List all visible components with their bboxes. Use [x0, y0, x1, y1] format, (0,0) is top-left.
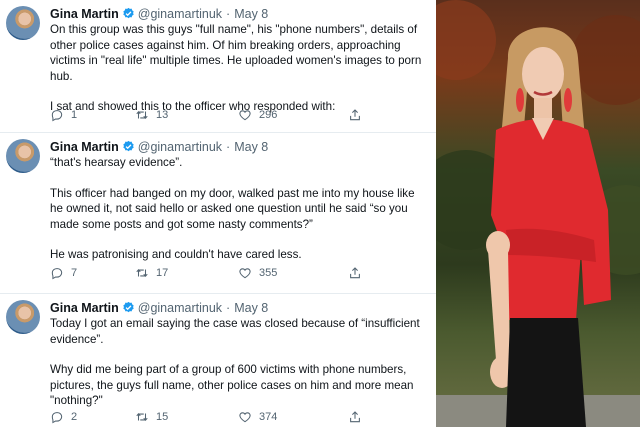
reply-icon [51, 268, 63, 280]
retweet-icon [136, 412, 148, 422]
share-icon [350, 109, 360, 121]
like-button[interactable]: 374 [238, 409, 277, 425]
reply-count: 2 [71, 411, 78, 423]
like-count: 296 [259, 109, 278, 121]
tweet-actions: 7 17 355 [50, 265, 380, 281]
heart-icon [239, 110, 251, 121]
retweet-count: 15 [156, 411, 169, 423]
reply-count: 1 [71, 109, 78, 121]
tweet[interactable]: Gina Martin @ginamartinuk · May 8 “that's h… [0, 133, 436, 293]
share-icon [350, 267, 360, 279]
reply-button[interactable]: 7 [50, 265, 77, 281]
author-name[interactable]: Gina Martin [50, 7, 119, 21]
reply-icon [51, 110, 63, 122]
tweet-actions: 2 15 374 [50, 409, 380, 425]
separator-dot: · [226, 7, 231, 21]
tweet-header: Gina Martin @ginamartinuk · May 8 [50, 139, 268, 155]
heart-icon [239, 412, 251, 423]
tweet-text: “that's hearsay evidence”. This officer … [50, 155, 430, 263]
like-count: 374 [259, 411, 278, 423]
avatar[interactable] [6, 300, 40, 334]
share-button[interactable] [348, 107, 362, 123]
author-name[interactable]: Gina Martin [50, 140, 119, 154]
author-handle[interactable]: @ginamartinuk [138, 140, 222, 154]
tweet-date[interactable]: May 8 [234, 301, 268, 315]
tweet[interactable]: Gina Martin @ginamartinuk · May 8 Today I g… [0, 294, 436, 427]
author-name[interactable]: Gina Martin [50, 301, 119, 315]
tweet-actions: 1 13 296 [50, 107, 380, 123]
tweet-date[interactable]: May 8 [234, 140, 268, 154]
verified-badge-icon [123, 140, 134, 152]
retweet-count: 17 [156, 267, 169, 279]
portrait-photo [436, 0, 640, 427]
retweet-icon [136, 110, 148, 120]
share-icon [350, 411, 360, 423]
separator-dot: · [226, 301, 231, 315]
share-button[interactable] [348, 409, 362, 425]
retweet-count: 13 [156, 109, 169, 121]
like-button[interactable]: 296 [238, 107, 277, 123]
verified-badge-icon [123, 301, 134, 313]
retweet-button[interactable]: 17 [135, 265, 168, 281]
tweet-paragraph: Why did me being part of a group of 600 … [50, 363, 417, 407]
tweet-thread: Gina Martin @ginamartinuk · May 8 On this g… [0, 0, 436, 427]
tweet-text: Today I got an email saying the case was… [50, 316, 430, 409]
reply-icon [51, 412, 63, 424]
retweet-button[interactable]: 15 [135, 409, 168, 425]
reply-button[interactable]: 1 [50, 107, 77, 123]
reply-count: 7 [71, 267, 78, 279]
like-count: 355 [259, 267, 278, 279]
tweet-paragraph: Today I got an email saying the case was… [50, 317, 423, 346]
separator-dot: · [226, 140, 231, 154]
tweet-paragraph: This officer had banged on my door, walk… [50, 186, 418, 231]
reply-button[interactable]: 2 [50, 409, 77, 425]
tweet-paragraph: He was patronising and couldn't have car… [50, 248, 302, 261]
tweet-paragraph: On this group was this guys "full name",… [50, 23, 425, 83]
tweet[interactable]: Gina Martin @ginamartinuk · May 8 On this g… [0, 0, 436, 132]
author-handle[interactable]: @ginamartinuk [138, 301, 222, 315]
retweet-icon [136, 268, 148, 278]
share-button[interactable] [348, 265, 362, 281]
portrait-illustration [436, 0, 640, 427]
tweet-header: Gina Martin @ginamartinuk · May 8 [50, 300, 268, 316]
like-button[interactable]: 355 [238, 265, 277, 281]
tweet-text: On this group was this guys "full name",… [50, 22, 430, 115]
heart-icon [239, 268, 251, 279]
tweet-paragraph: “that's hearsay evidence”. [50, 156, 183, 169]
tweet-header: Gina Martin @ginamartinuk · May 8 [50, 6, 268, 22]
author-handle[interactable]: @ginamartinuk [138, 7, 222, 21]
avatar[interactable] [6, 6, 40, 40]
verified-badge-icon [123, 7, 134, 19]
tweet-date[interactable]: May 8 [234, 7, 268, 21]
avatar[interactable] [6, 139, 40, 173]
retweet-button[interactable]: 13 [135, 107, 168, 123]
